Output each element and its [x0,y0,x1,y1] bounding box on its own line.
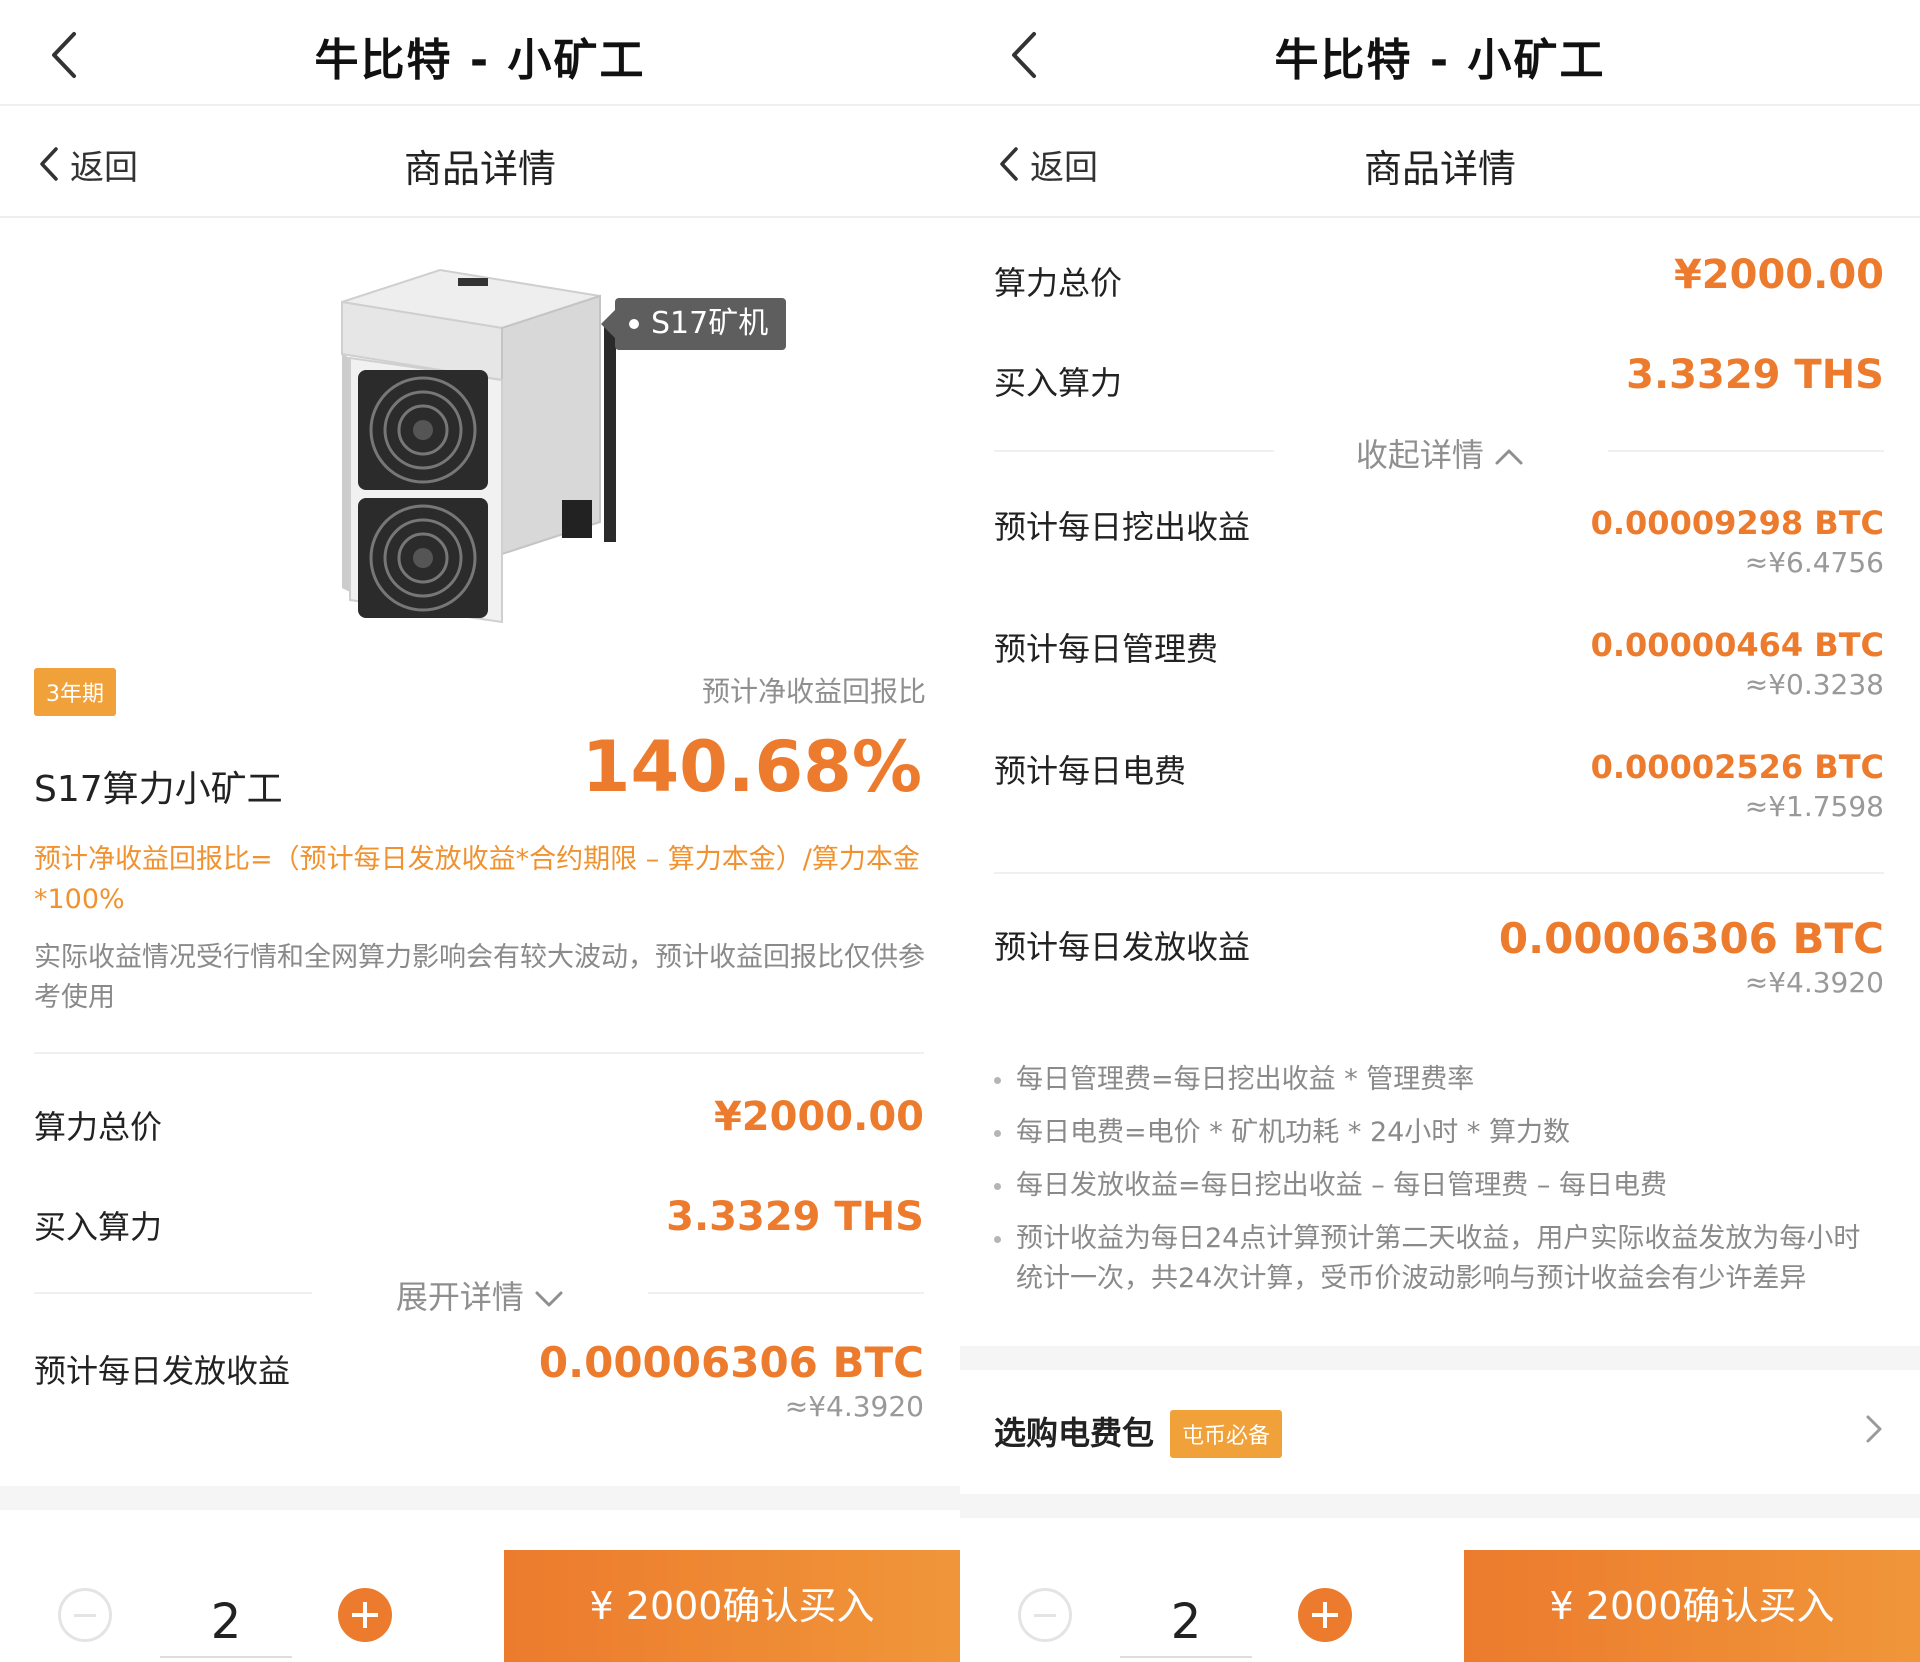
increase-quantity-button[interactable] [338,1588,392,1642]
divider [994,872,1884,874]
screen-expanded: 牛比特 - 小矿工 返回 商品详情 算力总价 ¥2000.00 买入算力 3.3… [960,0,1920,1662]
daily-electricity-value: 0.00002526 BTC [1590,748,1884,786]
chevron-down-icon [535,1291,563,1307]
sub-nav: 返回 商品详情 [0,106,960,218]
daily-payout-label: 预计每日发放收益 [994,928,1251,966]
divider [34,1052,924,1054]
daily-payout-value: 0.00006306 BTC [1498,914,1884,963]
daily-electricity-label: 预计每日电费 [994,752,1187,790]
chevron-right-icon [1866,1415,1882,1443]
chevron-up-icon [1495,449,1523,465]
hashrate-label: 买入算力 [994,364,1123,402]
electricity-badge: 屯币必备 [1170,1410,1283,1458]
note-item: 预计收益为每日24点计算预计第二天收益，用户实际收益发放为每小时统计一次，共24… [994,1219,1874,1299]
app-bar: 牛比特 - 小矿工 [0,0,960,106]
section-gap [960,1494,1920,1518]
miner-model-label: S17矿机 [651,306,769,341]
total-price-value: ¥2000.00 [1673,252,1884,298]
daily-electricity-cny: ≈¥1.7598 [1744,790,1884,823]
miner-image [341,268,616,624]
electricity-package-row[interactable]: 选购电费包 屯币必备 [960,1370,1920,1494]
ratio-formula: 预计净收益回报比=（预计每日发放收益*合约期限 – 算力本金）/算力本金*100… [34,844,920,915]
total-price-label: 算力总价 [34,1108,163,1146]
hashrate-value: 3.3329 THS [1626,352,1884,398]
daily-mined-label: 预计每日挖出收益 [994,508,1251,546]
ratio-label: 预计净收益回报比 [701,675,926,708]
note-item: 每日发放收益=每日挖出收益 – 每日管理费 – 每日电费 [994,1166,1874,1206]
term-badge: 3年期 [34,668,116,716]
ratio-value: 140.68% [581,726,922,808]
daily-mined-cny: ≈¥6.4756 [1744,546,1884,579]
product-name: S17算力小矿工 [34,769,283,810]
expand-details-label: 展开详情 [395,1278,524,1316]
disclaimer: 实际收益情况受行情和全网算力影响会有较大波动，预计收益回报比仅供参考使用 [34,942,925,1013]
screen-collapsed: 牛比特 - 小矿工 返回 商品详情 S17矿机 3年期 预计净收益回报比 S17… [0,0,960,1662]
miner-model-tag: S17矿机 [600,298,787,350]
daily-mined-value: 0.00009298 BTC [1590,504,1884,542]
tag-dot [629,319,639,329]
daily-payout-cny: ≈¥4.3920 [1744,966,1884,999]
daily-mgmt-fee-label: 预计每日管理费 [994,630,1219,668]
page-title: 商品详情 [403,147,556,191]
order-bar: 2 ¥ 2000确认买入 [960,1550,1920,1662]
section-gap [0,1486,960,1510]
electricity-package-label: 选购电费包 [994,1414,1155,1452]
decrease-quantity-button[interactable] [58,1588,112,1642]
order-bar: 2 ¥ 2000确认买入 [0,1550,960,1662]
daily-payout-value: 0.00006306 BTC [538,1338,924,1387]
note-item: 每日电费=电价 * 矿机功耗 * 24小时 * 算力数 [994,1113,1874,1153]
hashrate-label: 买入算力 [34,1208,163,1246]
app-title: 牛比特 - 小矿工 [314,35,646,86]
total-price-value: ¥2000.00 [713,1094,924,1140]
collapse-details-label: 收起详情 [1355,436,1484,474]
section-gap [960,1346,1920,1370]
quantity-value[interactable]: 2 [1120,1594,1252,1658]
increase-quantity-button[interactable] [1298,1588,1352,1642]
total-price-label: 算力总价 [994,264,1123,302]
hashrate-value: 3.3329 THS [666,1194,924,1240]
calculation-notes: 每日管理费=每日挖出收益 * 管理费率 每日电费=电价 * 矿机功耗 * 24小… [994,1060,1874,1312]
daily-payout-cny: ≈¥4.3920 [784,1390,924,1423]
collapse-details-toggle[interactable]: 收起详情 [960,430,1920,476]
daily-mgmt-fee-cny: ≈¥0.3238 [1744,668,1884,701]
app-bar: 牛比特 - 小矿工 [960,0,1920,106]
note-item: 每日管理费=每日挖出收益 * 管理费率 [994,1060,1874,1100]
confirm-buy-button[interactable]: ¥ 2000确认买入 [504,1550,960,1662]
daily-mgmt-fee-value: 0.00000464 BTC [1590,626,1884,664]
app-title: 牛比特 - 小矿工 [1274,35,1606,86]
quantity-value[interactable]: 2 [160,1594,292,1658]
expand-details-toggle[interactable]: 展开详情 [0,1272,960,1318]
page-title: 商品详情 [1363,147,1516,191]
sub-nav: 返回 商品详情 [960,106,1920,218]
confirm-buy-button[interactable]: ¥ 2000确认买入 [1464,1550,1920,1662]
daily-payout-label: 预计每日发放收益 [34,1352,291,1390]
decrease-quantity-button[interactable] [1018,1588,1072,1642]
